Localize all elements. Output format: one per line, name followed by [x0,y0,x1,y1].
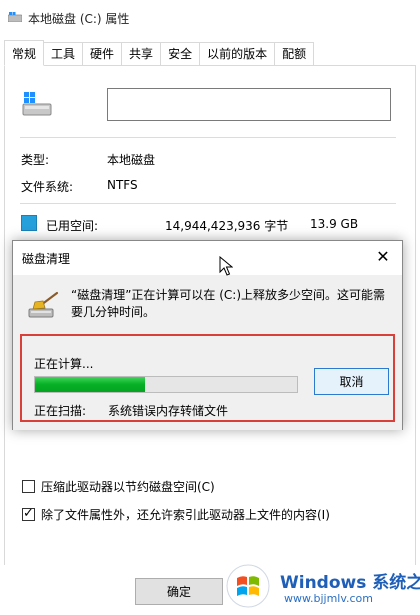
tab-strip: 常规 工具 硬件 共享 安全 以前的版本 配额 [4,40,315,66]
index-drive-option[interactable]: ✓ 除了文件属性外，还允许索引此驱动器上文件的内容(I) [22,506,330,523]
scanning-label: 正在扫描: [34,404,87,418]
cancel-button[interactable]: 取消 [314,368,389,395]
progress-bar [34,376,298,393]
used-space-swatch [21,215,37,231]
divider [20,137,396,138]
divider [20,203,396,204]
progress-bar-fill [35,377,146,392]
filesystem-label: 文件系统: [21,180,74,194]
tab-general[interactable]: 常规 [4,40,45,66]
drive-icon [22,92,52,116]
watermark-url: www.bjjmlv.com [284,592,373,605]
broom-icon [28,291,59,318]
tab-tools[interactable]: 工具 [44,42,84,66]
window-title: 本地磁盘 (C:) 属性 [28,12,130,26]
compress-drive-option[interactable]: 压缩此驱动器以节约磁盘空间(C) [22,478,215,495]
close-icon[interactable]: ✕ [370,245,396,269]
dialog-body: “磁盘清理”正在计算可以在 (C:)上释放多少空间。这可能需要几分钟时间。 正在… [13,275,402,430]
scanning-value: 系统错误内存转储文件 [108,404,229,418]
filesystem-value: NTFS [107,178,138,192]
mouse-cursor-icon [219,256,233,276]
calculating-label: 正在计算... [34,357,94,371]
tab-quota[interactable]: 配额 [275,42,315,66]
used-space-bytes: 14,944,423,936 字节 [165,219,289,233]
tab-hardware[interactable]: 硬件 [83,42,123,66]
used-space-label: 已用空间: [46,219,99,233]
type-value: 本地磁盘 [107,153,156,167]
tab-previous-versions[interactable]: 以前的版本 [200,42,276,66]
type-label: 类型: [21,153,50,167]
window-title-bar: 本地磁盘 (C:) 属性 [0,0,420,36]
drive-name-input[interactable] [107,88,391,121]
watermark: Windows 系统之家 www.bjjmlv.com [222,560,420,612]
index-checkbox[interactable]: ✓ [22,506,35,521]
used-space-gb: 13.9 GB [310,217,359,231]
tab-sharing[interactable]: 共享 [122,42,162,66]
windows-logo-icon [226,564,270,608]
compress-label: 压缩此驱动器以节约磁盘空间(C) [41,480,215,494]
dialog-message: “磁盘清理”正在计算可以在 (C:)上释放多少空间。这可能需要几分钟时间。 [71,288,386,319]
drive-icon [8,12,22,22]
watermark-title: Windows 系统之家 [280,573,420,593]
disk-cleanup-dialog: 磁盘清理 ✕ “磁盘清理”正在计算可以在 (C:)上释放多少空间。这可能需要几分… [12,240,403,430]
ok-button[interactable]: 确定 [135,578,223,605]
checkmark-icon: ✓ [23,506,34,521]
index-label: 除了文件属性外，还允许索引此驱动器上文件的内容(I) [41,508,330,522]
tab-security[interactable]: 安全 [161,42,201,66]
compress-checkbox[interactable] [22,480,35,493]
dialog-title: 磁盘清理 [22,252,71,266]
progress-highlight-box: 正在计算... 取消 正在扫描: 系统错误内存转储文件 [20,334,395,422]
